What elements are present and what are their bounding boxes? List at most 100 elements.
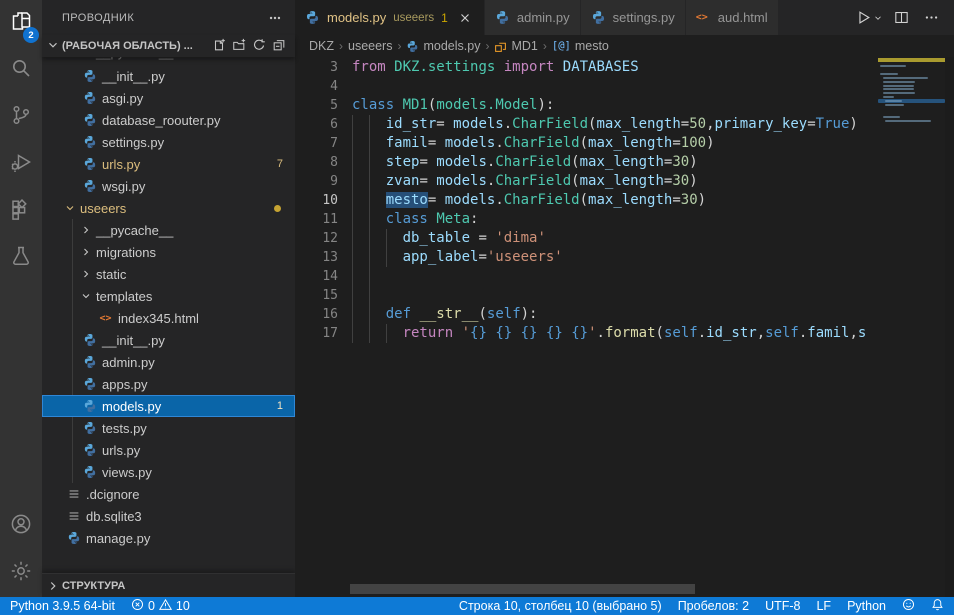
code-token: = [672,192,680,208]
activity-item-testing[interactable] [0,235,42,282]
tree-item-label: tests.py [102,421,147,436]
tree-folder-static[interactable]: static [42,263,295,285]
minimap-code-line [883,96,894,98]
refresh-button[interactable] [249,36,269,56]
breadcrumb-item-mesto[interactable]: [@]mesto [552,39,609,53]
chevron-down-icon [64,202,76,214]
minimap-code-line [883,77,928,79]
status-problems[interactable]: 010 [131,598,190,614]
code-token: max_length [580,173,664,189]
tree-file-db-sqlite3[interactable]: db.sqlite3 [42,505,295,527]
tree-file--init-py[interactable]: __init__.py [42,329,295,351]
activity-item-extensions[interactable] [0,188,42,235]
breadcrumb-label: MD1 [511,39,537,53]
activity-item-run-and-debug[interactable] [0,141,42,188]
tab-label: admin.py [517,10,570,25]
code-token: ( [571,154,579,170]
tab-settings-py[interactable]: settings.py [581,0,685,35]
code-line-16: 16 def __str__(self): [295,305,954,324]
code-token: = [807,116,815,132]
status-language-mode[interactable]: Python [847,599,886,613]
tree-file-apps-py[interactable]: apps.py [42,373,295,395]
new-file-icon [212,38,226,55]
close-icon[interactable] [456,9,474,27]
new-folder-button[interactable] [229,36,249,56]
line-content: return '{} {} {} {} {}'.format(self.id_s… [338,324,866,343]
collapse-all-button[interactable] [269,36,289,56]
breadcrumb-item-useeers[interactable]: useeers [348,39,392,53]
tree-file-manage-py[interactable]: manage.py [42,527,295,549]
status-python-interpreter[interactable]: Python 3.9.5 64-bit [10,598,115,614]
tree-file-models-py[interactable]: models.py1 [42,395,295,417]
code-line-5: 5class MD1(models.Model): [295,96,954,115]
tab-aud-html[interactable]: <>aud.html [686,0,778,35]
code-token: max_length [588,135,672,151]
status-encoding[interactable]: UTF-8 [765,599,800,613]
tree-file-tests-py[interactable]: tests.py [42,417,295,439]
tree-file-asgi-py[interactable]: asgi.py [42,87,295,109]
code-token: Meta [436,211,470,227]
tree-file-index345-html[interactable]: <>index345.html [42,307,295,329]
tree-file-settings-py[interactable]: settings.py [42,131,295,153]
more-actions-button[interactable] [918,5,944,31]
tree-folder--pycache-[interactable]: __pycache__ [42,219,295,241]
status-feedback[interactable] [902,598,915,614]
activity-item-explorer[interactable]: 2 [0,0,42,47]
activity-item-search[interactable] [0,47,42,94]
code-line-13: 13 app_label='useeers' [295,248,954,267]
tree-file-urls-py[interactable]: urls.py7 [42,153,295,175]
code-token: self [487,306,521,322]
breadcrumb-label: useeers [348,39,392,53]
code-token: s [858,325,866,341]
tree-file--dcignore[interactable]: .dcignore [42,483,295,505]
minimap[interactable] [878,57,945,167]
code-token: CharField [504,135,580,151]
status-indentation[interactable]: Пробелов: 2 [678,599,749,613]
breadcrumb: DKZ›useeers›models.py›MD1›[@]mesto [295,35,954,57]
code-editor[interactable]: 3from DKZ.settings import DATABASES45cla… [295,57,954,597]
code-token: CharField [495,154,571,170]
tree-file-views-py[interactable]: views.py [42,461,295,483]
vertical-scrollbar-track[interactable] [945,57,954,597]
tree-file-database-roouter-py[interactable]: database_roouter.py [42,109,295,131]
tree-file-urls-py[interactable]: urls.py [42,439,295,461]
tree-folder--pycache-[interactable]: __pycache__ [42,57,295,65]
tree-folder-migrations[interactable]: migrations [42,241,295,263]
minimap-code-line [883,88,914,90]
python-icon [82,355,97,369]
breadcrumb-item-dkz[interactable]: DKZ [309,39,334,53]
run-dropdown-button[interactable] [872,5,884,31]
indent-guide [352,324,353,343]
horizontal-scrollbar-thumb[interactable] [350,584,695,594]
activity-item-settings[interactable] [0,550,42,597]
status-eol[interactable]: LF [816,599,831,613]
breadcrumb-label: mesto [575,39,609,53]
tree-folder-useeers[interactable]: useeers [42,197,295,219]
status-notifications[interactable] [931,598,944,614]
activity-item-source-control[interactable] [0,94,42,141]
indent-guide [369,134,370,153]
split-editor-button[interactable] [888,5,914,31]
status-cursor-position[interactable]: Строка 10, столбец 10 (выбрано 5) [459,599,662,613]
code-line-17: 17 return '{} {} {} {} {}'.format(self.i… [295,324,954,343]
account-icon [9,512,33,541]
code-token: zvan [386,173,420,189]
activity-item-account[interactable] [0,503,42,550]
views-more-actions-icon[interactable] [265,8,285,28]
tree-item-label: models.py [102,399,161,414]
outline-section-header[interactable]: СТРУКТУРА [42,573,295,597]
tree-file--init-py[interactable]: __init__.py [42,65,295,87]
tree-item-label: .dcignore [86,487,139,502]
breadcrumb-item-md1[interactable]: MD1 [494,39,537,53]
code-token: max_length [580,154,664,170]
workspace-section-header[interactable]: (РАБОЧАЯ ОБЛАСТЬ) ... [42,35,295,57]
tree-item-label: useeers [80,201,126,216]
tree-file-wsgi-py[interactable]: wsgi.py [42,175,295,197]
code-token: ( [656,325,664,341]
tree-folder-templates[interactable]: templates [42,285,295,307]
new-file-button[interactable] [209,36,229,56]
tree-file-admin-py[interactable]: admin.py [42,351,295,373]
tab-models-py[interactable]: models.pyuseeers1 [295,0,484,35]
tab-admin-py[interactable]: admin.py [485,0,580,35]
breadcrumb-item-models-py[interactable]: models.py [406,39,480,53]
